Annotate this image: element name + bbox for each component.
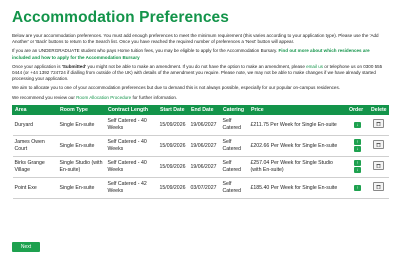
allocation-text: We aim to allocate you to one of your ac… xyxy=(12,85,340,91)
cell-room-type: Single En-suite xyxy=(57,135,106,157)
cell-room-type: Single En-suite xyxy=(57,114,106,136)
cell-price: £202.66 Per Week for Single En-suite xyxy=(248,135,347,157)
trash-icon xyxy=(376,122,381,127)
table-row: Birks Grange Village Single Studio (with… xyxy=(12,156,389,178)
delete-cell xyxy=(368,114,389,136)
header-price: Price xyxy=(248,104,347,115)
submitted-text-a: Once your application is xyxy=(12,63,62,69)
delete-cell xyxy=(368,135,389,157)
move-up-button[interactable]: ↑ xyxy=(354,184,361,191)
delete-cell xyxy=(368,177,389,199)
cell-price: £185.40 Per Week for Single En-suite xyxy=(248,177,347,199)
bursary-paragraph: If you are an UNDERGRADUATE student who … xyxy=(12,48,388,60)
cell-area: James Owen Court xyxy=(12,135,58,157)
cell-start: 15/09/2026 xyxy=(157,177,189,199)
preferences-table: Area Room Type Contract Length Start Dat… xyxy=(12,104,389,199)
next-button[interactable]: Next xyxy=(12,242,40,252)
header-area: Area xyxy=(12,104,58,115)
cell-contract: Self Catered - 42 Weeks xyxy=(105,177,158,199)
table-header-row: Area Room Type Contract Length Start Dat… xyxy=(12,104,389,115)
order-cell: ↑ ↓ xyxy=(346,156,369,178)
cell-area: Duryard xyxy=(12,114,58,136)
email-link[interactable]: email us xyxy=(306,64,323,69)
header-catering: Catering xyxy=(220,104,249,115)
order-cell: ↓ xyxy=(346,114,369,136)
move-down-button[interactable]: ↓ xyxy=(354,121,361,128)
table-row: James Owen Court Single En-suite Self Ca… xyxy=(12,135,389,157)
delete-cell xyxy=(368,156,389,178)
cell-end: 19/06/2027 xyxy=(188,114,221,136)
submitted-word: 'Submitted' xyxy=(61,63,87,69)
trash-icon xyxy=(376,164,381,169)
delete-button[interactable] xyxy=(373,119,384,129)
order-cell: ↑ ↓ xyxy=(346,135,369,157)
trash-icon xyxy=(376,185,381,190)
cell-catering: Self Catered xyxy=(220,177,249,199)
trash-icon xyxy=(376,143,381,148)
bursary-text: If you are an UNDERGRADUATE student who … xyxy=(12,48,278,54)
cell-price: £211.75 Per Week for Single En-suite xyxy=(248,114,347,136)
cell-room-type: Single Studio (with En-suite) xyxy=(57,156,106,178)
cell-contract: Self Catered - 40 Weeks xyxy=(105,114,158,136)
delete-button[interactable] xyxy=(373,140,384,150)
delete-button[interactable] xyxy=(373,182,384,192)
cell-contract: Self Catered - 40 Weeks xyxy=(105,156,158,178)
cell-end: 19/06/2027 xyxy=(188,156,221,178)
move-up-button[interactable]: ↑ xyxy=(354,160,361,167)
cell-start: 15/09/2026 xyxy=(157,135,189,157)
header-contract-length: Contract Length xyxy=(105,104,158,115)
delete-button[interactable] xyxy=(373,161,384,171)
move-down-button[interactable]: ↓ xyxy=(354,167,361,174)
cell-catering: Self Catered xyxy=(220,156,249,178)
header-room-type: Room Type xyxy=(57,104,106,115)
header-delete: Delete xyxy=(368,104,389,115)
header-end-date: End Date xyxy=(188,104,221,115)
cell-area: Point Exe xyxy=(12,177,58,199)
recommend-paragraph: We recommend you review our Room Allocat… xyxy=(12,95,388,101)
intro-text: Below are your accommodation preferences… xyxy=(12,33,379,45)
cell-end: 19/06/2027 xyxy=(188,135,221,157)
cell-contract: Self Catered - 40 Weeks xyxy=(105,135,158,157)
recommend-text-b: for further information. xyxy=(131,94,178,100)
header-order: Order xyxy=(346,104,369,115)
cell-catering: Self Catered xyxy=(220,114,249,136)
room-allocation-link[interactable]: Room Allocation Procedure xyxy=(76,95,131,100)
table-row: Duryard Single En-suite Self Catered - 4… xyxy=(12,114,389,136)
page-title: Accommodation Preferences xyxy=(12,9,229,26)
cell-start: 15/09/2026 xyxy=(157,156,189,178)
move-up-button[interactable]: ↑ xyxy=(354,139,361,146)
cell-area: Birks Grange Village xyxy=(12,156,58,178)
table-row: Point Exe Single En-suite Self Catered -… xyxy=(12,177,389,199)
submitted-paragraph: Once your application is 'Submitted' you… xyxy=(12,64,388,83)
cell-room-type: Single En-suite xyxy=(57,177,106,199)
cell-catering: Self Catered xyxy=(220,135,249,157)
move-down-button[interactable]: ↓ xyxy=(354,146,361,153)
header-start-date: Start Date xyxy=(157,104,189,115)
submitted-text-b: you might not be able to make an amendme… xyxy=(86,63,307,69)
order-cell: ↑ xyxy=(346,177,369,199)
recommend-text-a: We recommend you review our xyxy=(12,94,77,100)
cell-end: 03/07/2027 xyxy=(188,177,221,199)
cell-start: 15/09/2026 xyxy=(157,114,189,136)
cell-price: £257.04 Per Week for Single Studio (with… xyxy=(248,156,347,178)
page: Accommodation Preferences Below are your… xyxy=(0,0,400,260)
